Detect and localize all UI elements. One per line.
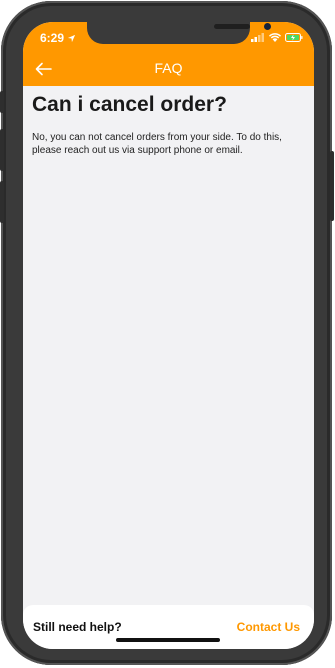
status-bar-icons xyxy=(251,33,303,42)
faq-answer: No, you can not cancel orders from your … xyxy=(32,132,282,156)
screen: 6:29 FAQ Can i cancel order? No, you can… xyxy=(23,22,314,649)
faq-question: Can i cancel order? xyxy=(32,93,227,116)
wifi-icon xyxy=(269,33,281,42)
front-camera xyxy=(264,23,271,30)
speaker-grille xyxy=(214,24,250,29)
home-indicator[interactable] xyxy=(116,638,220,642)
device-notch xyxy=(87,22,271,44)
contact-us-link[interactable]: Contact Us xyxy=(237,620,300,634)
volume-down-button xyxy=(0,181,4,223)
status-time-text: 6:29 xyxy=(40,31,65,45)
mute-switch xyxy=(0,91,4,113)
status-bar-time: 6:29 xyxy=(40,31,76,45)
app-bar: 6:29 FAQ xyxy=(23,22,314,86)
phone-frame: 6:29 FAQ Can i cancel order? No, you can… xyxy=(0,1,334,665)
power-button xyxy=(330,151,334,221)
signal-icon xyxy=(251,33,264,42)
volume-up-button xyxy=(0,129,4,171)
help-footer: Still need help? Contact Us xyxy=(23,605,314,649)
location-arrow-icon xyxy=(67,34,76,42)
battery-charging-icon xyxy=(285,33,303,42)
help-label: Still need help? xyxy=(33,620,122,634)
page-title: FAQ xyxy=(154,60,183,76)
